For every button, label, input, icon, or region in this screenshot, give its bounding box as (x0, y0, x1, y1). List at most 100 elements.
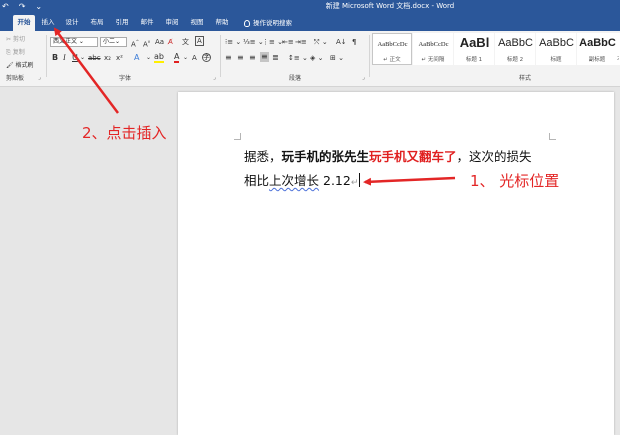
font-color-icon[interactable]: A (174, 53, 180, 63)
text-run-spellcheck: 上次增长 (269, 173, 320, 188)
style-subtitle[interactable]: AaBbC 副标题 (577, 33, 617, 65)
style-no-spacing[interactable]: AaBbCcDc ↵ 无间隔 (413, 33, 453, 65)
font-color-dropdown-icon[interactable]: ⌄ (183, 53, 188, 63)
font-size-value: 小二 (103, 38, 116, 45)
group-divider (220, 35, 221, 77)
multilevel-list-icon[interactable]: ⋮≡ ⌄ (262, 37, 283, 47)
text-run: 2.12 (319, 173, 351, 188)
text-cursor (359, 173, 361, 187)
annotation-step-2: 2、点击插入 (82, 124, 167, 142)
bullets-icon[interactable]: ⁝≡ ⌄ (225, 37, 241, 47)
text-run: ，这次的损失 (456, 149, 532, 164)
distributed-icon[interactable]: ≣ (272, 53, 279, 63)
numbering-icon[interactable]: ⅓≡ ⌄ (243, 37, 264, 47)
clipboard-group-label: 剪贴板 (5, 75, 24, 82)
text-run: 据悉， (244, 149, 282, 164)
paragraph-mark-icon: ↵ (350, 178, 359, 188)
text-run-bold: 玩手机的张先生 (281, 149, 370, 164)
font-group-label: 字体 (118, 75, 131, 82)
style-sample: AaBbC (498, 37, 533, 49)
font-name-combo[interactable]: 西文正文 ⌄ (50, 37, 98, 47)
char-shading-icon[interactable]: A (192, 53, 197, 63)
style-title[interactable]: AaBbC 标题 (536, 33, 576, 65)
style-sample: AaBbCcDc (377, 41, 408, 48)
font-size-combo[interactable]: 小二⌄ (100, 37, 127, 47)
tab-insert[interactable]: 插入 (38, 15, 58, 31)
shading-icon[interactable]: ◈ ⌄ (310, 53, 323, 63)
show-marks-icon[interactable]: ¶ (352, 37, 356, 47)
char-border-icon[interactable]: A (195, 36, 204, 46)
style-name-text: 正文 (389, 57, 401, 63)
cut-label: 剪切 (12, 36, 25, 43)
shrink-font-icon[interactable]: Av (143, 37, 150, 49)
style-name: 标题 (550, 57, 562, 63)
phonetic-guide-icon[interactable]: 文 (182, 37, 189, 47)
bold-icon[interactable]: B (52, 53, 58, 63)
copy-label: 复制 (12, 49, 25, 56)
annotation-step-1: 1、 光标位置 (470, 172, 560, 190)
style-sample: AaBbCcDc (418, 41, 449, 48)
chinese-layout-icon[interactable]: ⤲ ⌄ (314, 37, 328, 47)
subscript-icon[interactable]: x₂ (104, 53, 111, 63)
align-left-icon[interactable]: ≡ (225, 53, 232, 63)
copy-button[interactable]: ⎘ 复制 (6, 47, 25, 57)
justify-icon[interactable]: ≡ (260, 52, 269, 62)
align-center-icon[interactable]: ≡ (237, 53, 244, 63)
paragraph-launcher-icon[interactable]: ⌟ (362, 74, 365, 81)
style-normal[interactable]: AaBbCcDc ↵ 正文 (372, 33, 412, 65)
underline-dropdown-icon[interactable]: ⌄ (80, 53, 85, 63)
highlight-icon[interactable]: ab (154, 53, 164, 63)
superscript-icon[interactable]: x² (116, 53, 123, 63)
clear-format-icon[interactable]: A̸ (168, 37, 173, 47)
paintbrush-icon: 🖌 (6, 62, 14, 69)
style-sample: AaBl (459, 35, 490, 50)
tell-me-label: 操作说明搜索 (253, 19, 292, 27)
tab-design[interactable]: 设计 (62, 15, 82, 31)
style-name-text: 无间隔 (427, 57, 445, 63)
change-case-icon[interactable]: Aa (155, 37, 164, 47)
text-effects-dropdown-icon[interactable]: ⌄ (146, 53, 151, 63)
style-heading-1[interactable]: AaBl 标题 1 (454, 33, 494, 65)
margin-corner-mark (234, 133, 241, 140)
strikethrough-icon[interactable]: abc (88, 53, 101, 63)
style-heading-2[interactable]: AaBbC 标题 2 (495, 33, 535, 65)
tab-review[interactable]: 审阅 (162, 15, 182, 31)
tab-help[interactable]: 帮助 (212, 15, 232, 31)
increase-indent-icon[interactable]: ⇥≡ (295, 37, 307, 47)
grow-font-icon[interactable]: A^ (131, 37, 139, 49)
sort-icon[interactable]: A↓ (336, 37, 347, 47)
decrease-indent-icon[interactable]: ⇤≡ (282, 37, 294, 47)
tab-layout[interactable]: 布局 (87, 15, 107, 31)
paragraph-group-label: 段落 (288, 75, 301, 82)
text-effects-icon[interactable]: A (134, 53, 139, 63)
tab-home[interactable]: 开始 (13, 15, 35, 31)
style-name: ↵ 无间隔 (421, 57, 445, 63)
format-painter-button[interactable]: 🖌 格式刷 (6, 60, 34, 69)
cut-button[interactable]: ✂ 剪切 (6, 34, 25, 43)
lightbulb-icon (244, 19, 250, 27)
line-spacing-icon[interactable]: ↕≡ ⌄ (288, 53, 308, 63)
document-line-2[interactable]: 相比上次增长 2.12↵ (244, 170, 361, 189)
tab-references[interactable]: 引用 (112, 15, 132, 31)
tab-mailings[interactable]: 邮件 (137, 15, 157, 31)
title-bar: ↶ ↷ ⌄ 新建 Microsoft Word 文档.docx - Word (0, 0, 620, 13)
align-right-icon[interactable]: ≡ (249, 53, 256, 63)
underline-icon[interactable]: U (72, 53, 78, 63)
tell-me-search[interactable]: 操作说明搜索 (244, 15, 314, 31)
clipboard-launcher-icon[interactable]: ⌟ (38, 74, 41, 81)
document-page[interactable]: 据悉，玩手机的张先生玩手机又翻车了，这次的损失 相比上次增长 2.12↵ (178, 92, 614, 435)
style-name: ↵ 正文 (383, 57, 401, 63)
document-line-1[interactable]: 据悉，玩手机的张先生玩手机又翻车了，这次的损失 (244, 146, 532, 165)
enclose-char-icon[interactable]: 字 (202, 53, 211, 62)
style-name: 标题 2 (506, 57, 524, 63)
style-name: 不 (617, 55, 619, 63)
font-name-value: 西文正文 (53, 38, 78, 45)
text-run-red: 玩手机又翻车了 (369, 149, 457, 164)
window-title: 新建 Microsoft Word 文档.docx - Word (325, 2, 455, 10)
italic-icon[interactable]: I (63, 53, 66, 63)
style-partial[interactable]: 不 (616, 33, 620, 65)
borders-icon[interactable]: ⊞ ⌄ (330, 53, 344, 63)
ribbon-tabs: 开始 插入 设计 布局 引用 邮件 审阅 视图 帮助 操作说明搜索 (0, 13, 620, 31)
font-launcher-icon[interactable]: ⌟ (213, 74, 216, 81)
tab-view[interactable]: 视图 (187, 15, 207, 31)
